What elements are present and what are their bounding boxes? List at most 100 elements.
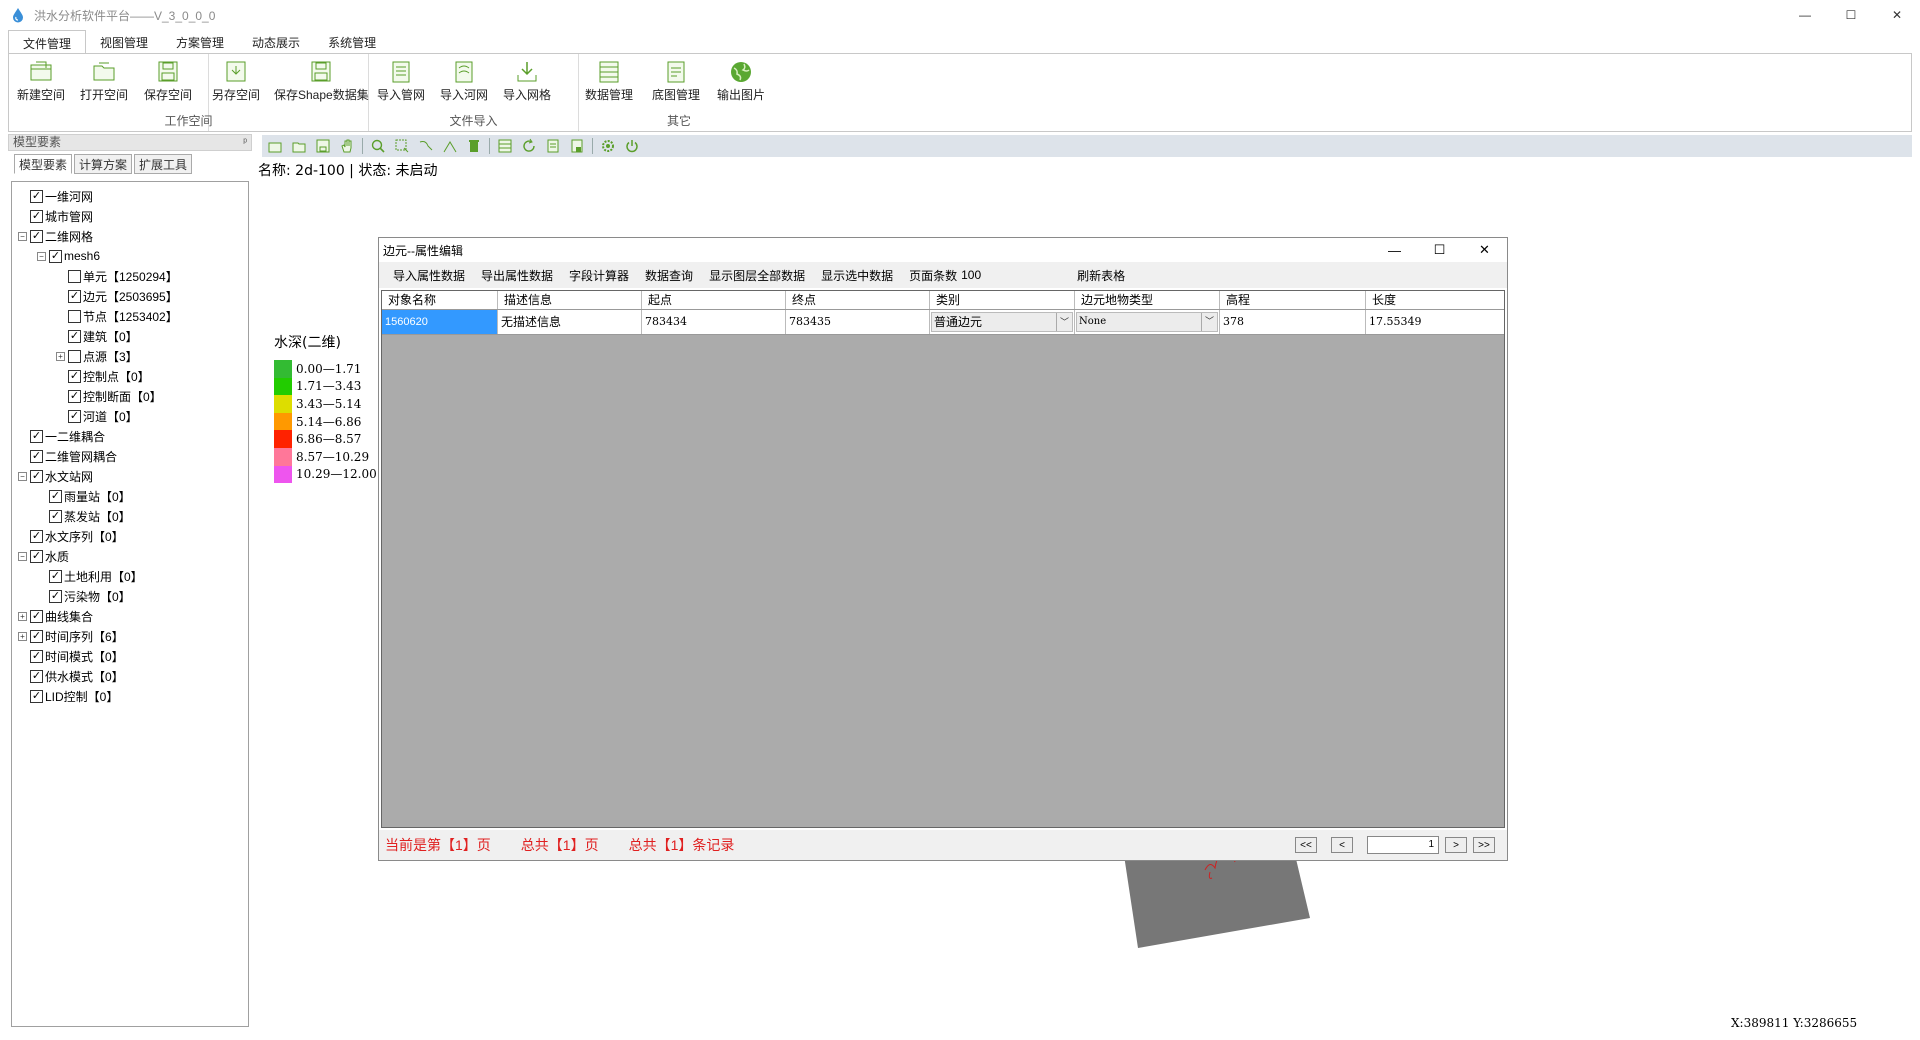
- tab-scheme[interactable]: 方案管理: [162, 30, 238, 54]
- tree-checkbox[interactable]: ✓: [30, 229, 43, 243]
- tree-checkbox[interactable]: ✓: [30, 449, 43, 463]
- tree-node[interactable]: ✓ 控制点【0】: [12, 366, 248, 386]
- dialog-minimize-button[interactable]: —: [1372, 238, 1417, 262]
- col-elevation[interactable]: 高程: [1220, 291, 1366, 309]
- show-selected-data-button[interactable]: 显示选中数据: [821, 267, 893, 284]
- tree-node[interactable]: ✓ 二维管网耦合: [12, 446, 248, 466]
- maximize-button[interactable]: ☐: [1828, 0, 1874, 30]
- col-end-node[interactable]: 终点: [786, 291, 930, 309]
- tab-view[interactable]: 视图管理: [86, 30, 162, 54]
- tree-checkbox[interactable]: ✓: [30, 669, 43, 683]
- page-number-input[interactable]: 1: [1367, 836, 1439, 854]
- tree-checkbox[interactable]: ✓: [30, 609, 43, 623]
- pin-icon[interactable]: ᵖ: [243, 135, 247, 150]
- collapse-icon[interactable]: −: [37, 251, 46, 261]
- tab-calc-schemes[interactable]: 计算方案: [74, 154, 133, 174]
- tab-animation[interactable]: 动态展示: [238, 30, 314, 54]
- new-icon[interactable]: [266, 137, 284, 155]
- dialog-close-button[interactable]: ✕: [1462, 238, 1507, 262]
- tree-checkbox[interactable]: [68, 309, 81, 323]
- tree-checkbox[interactable]: ✓: [30, 429, 43, 443]
- tree-node[interactable]: + ✓ 时间序列【6】: [12, 626, 248, 646]
- tree-node[interactable]: + ✓ 曲线集合: [12, 606, 248, 626]
- import-river-network-button[interactable]: 导入河网: [440, 60, 488, 103]
- tree-checkbox[interactable]: ✓: [68, 369, 81, 383]
- tree-checkbox[interactable]: [68, 269, 81, 283]
- minimize-button[interactable]: —: [1782, 0, 1828, 30]
- tree-checkbox[interactable]: ✓: [49, 589, 62, 603]
- cell-description[interactable]: 无描述信息: [498, 310, 642, 334]
- tree-checkbox[interactable]: ✓: [49, 569, 62, 583]
- basemap-management-button[interactable]: 底图管理: [652, 60, 700, 103]
- tree-checkbox[interactable]: ✓: [30, 549, 43, 563]
- tree-node[interactable]: ✓ 供水模式【0】: [12, 666, 248, 686]
- select-line-icon[interactable]: [417, 137, 435, 155]
- next-page-button[interactable]: >: [1445, 837, 1467, 853]
- collapse-icon[interactable]: −: [18, 231, 27, 241]
- tree-node[interactable]: 节点【1253402】: [12, 306, 248, 326]
- tree-checkbox[interactable]: ✓: [30, 689, 43, 703]
- category-dropdown[interactable]: 普通边元 ﹀: [931, 312, 1073, 332]
- col-object-name[interactable]: 对象名称: [382, 291, 498, 309]
- tab-model-elements[interactable]: 模型要素: [14, 154, 73, 174]
- save-shape-dataset-button[interactable]: 保存Shape数据集: [274, 60, 369, 103]
- settings-gear-icon[interactable]: [599, 137, 617, 155]
- tree-checkbox[interactable]: ✓: [49, 249, 62, 263]
- prev-page-button[interactable]: <: [1331, 837, 1353, 853]
- tree-node[interactable]: − ✓ mesh6: [12, 246, 248, 266]
- select-rect-icon[interactable]: [393, 137, 411, 155]
- tree-node[interactable]: ✓ 控制断面【0】: [12, 386, 248, 406]
- chevron-down-icon[interactable]: ﹀: [1056, 313, 1072, 331]
- tree-node[interactable]: ✓ 城市管网: [12, 206, 248, 226]
- import-attributes-button[interactable]: 导入属性数据: [393, 267, 465, 284]
- tree-checkbox[interactable]: ✓: [30, 469, 43, 483]
- tree-node[interactable]: ✓ 边元【2503695】: [12, 286, 248, 306]
- cell-end-node[interactable]: 783435: [786, 310, 930, 334]
- col-description[interactable]: 描述信息: [498, 291, 642, 309]
- refresh-icon[interactable]: [520, 137, 538, 155]
- tree-node[interactable]: ✓ 建筑【0】: [12, 326, 248, 346]
- tree-node[interactable]: ✓ 水文序列【0】: [12, 526, 248, 546]
- cell-length[interactable]: 17.55349: [1366, 310, 1504, 334]
- power-icon[interactable]: [623, 137, 641, 155]
- expand-icon[interactable]: +: [18, 611, 27, 621]
- col-edge-feature-type[interactable]: 边元地物类型: [1075, 291, 1220, 309]
- tree-checkbox[interactable]: [68, 349, 81, 363]
- field-calculator-button[interactable]: 字段计算器: [569, 267, 629, 284]
- tree-node[interactable]: ✓ 河道【0】: [12, 406, 248, 426]
- tree-checkbox[interactable]: ✓: [68, 329, 81, 343]
- col-category[interactable]: 类别: [930, 291, 1075, 309]
- cell-edge-feature-type[interactable]: None ﹀: [1075, 310, 1220, 334]
- tab-extension-tools[interactable]: 扩展工具: [134, 154, 193, 174]
- tree-node[interactable]: ✓ 一维河网: [12, 186, 248, 206]
- pan-hand-icon[interactable]: [338, 137, 356, 155]
- tree-checkbox[interactable]: ✓: [49, 489, 62, 503]
- tree-node[interactable]: ✓ 蒸发站【0】: [12, 506, 248, 526]
- tree-checkbox[interactable]: ✓: [30, 629, 43, 643]
- tab-system[interactable]: 系统管理: [314, 30, 390, 54]
- show-all-layer-data-button[interactable]: 显示图层全部数据: [709, 267, 805, 284]
- save-as-workspace-button[interactable]: 另存空间: [212, 60, 260, 103]
- document-icon[interactable]: [568, 137, 586, 155]
- import-pipe-network-button[interactable]: 导入管网: [377, 60, 425, 103]
- report-icon[interactable]: [544, 137, 562, 155]
- attribute-table-icon[interactable]: [496, 137, 514, 155]
- tree-checkbox[interactable]: ✓: [68, 289, 81, 303]
- data-management-button[interactable]: 数据管理: [585, 60, 633, 103]
- cell-start-node[interactable]: 783434: [642, 310, 786, 334]
- tree-checkbox[interactable]: ✓: [68, 389, 81, 403]
- tree-node[interactable]: ✓ 一二维耦合: [12, 426, 248, 446]
- feature-type-dropdown[interactable]: None ﹀: [1076, 312, 1218, 332]
- tree-node[interactable]: ✓ 时间模式【0】: [12, 646, 248, 666]
- measure-icon[interactable]: [441, 137, 459, 155]
- tree-checkbox[interactable]: ✓: [30, 209, 43, 223]
- refresh-table-button[interactable]: 刷新表格: [1077, 267, 1125, 284]
- tree-node[interactable]: ✓ LID控制【0】: [12, 686, 248, 706]
- tree-checkbox[interactable]: ✓: [30, 189, 43, 203]
- import-mesh-button[interactable]: 导入网格: [503, 60, 551, 103]
- tree-node[interactable]: 单元【1250294】: [12, 266, 248, 286]
- last-page-button[interactable]: >>: [1473, 837, 1495, 853]
- tree-node[interactable]: + 点源【3】: [12, 346, 248, 366]
- tab-file[interactable]: 文件管理: [8, 30, 87, 54]
- export-attributes-button[interactable]: 导出属性数据: [481, 267, 553, 284]
